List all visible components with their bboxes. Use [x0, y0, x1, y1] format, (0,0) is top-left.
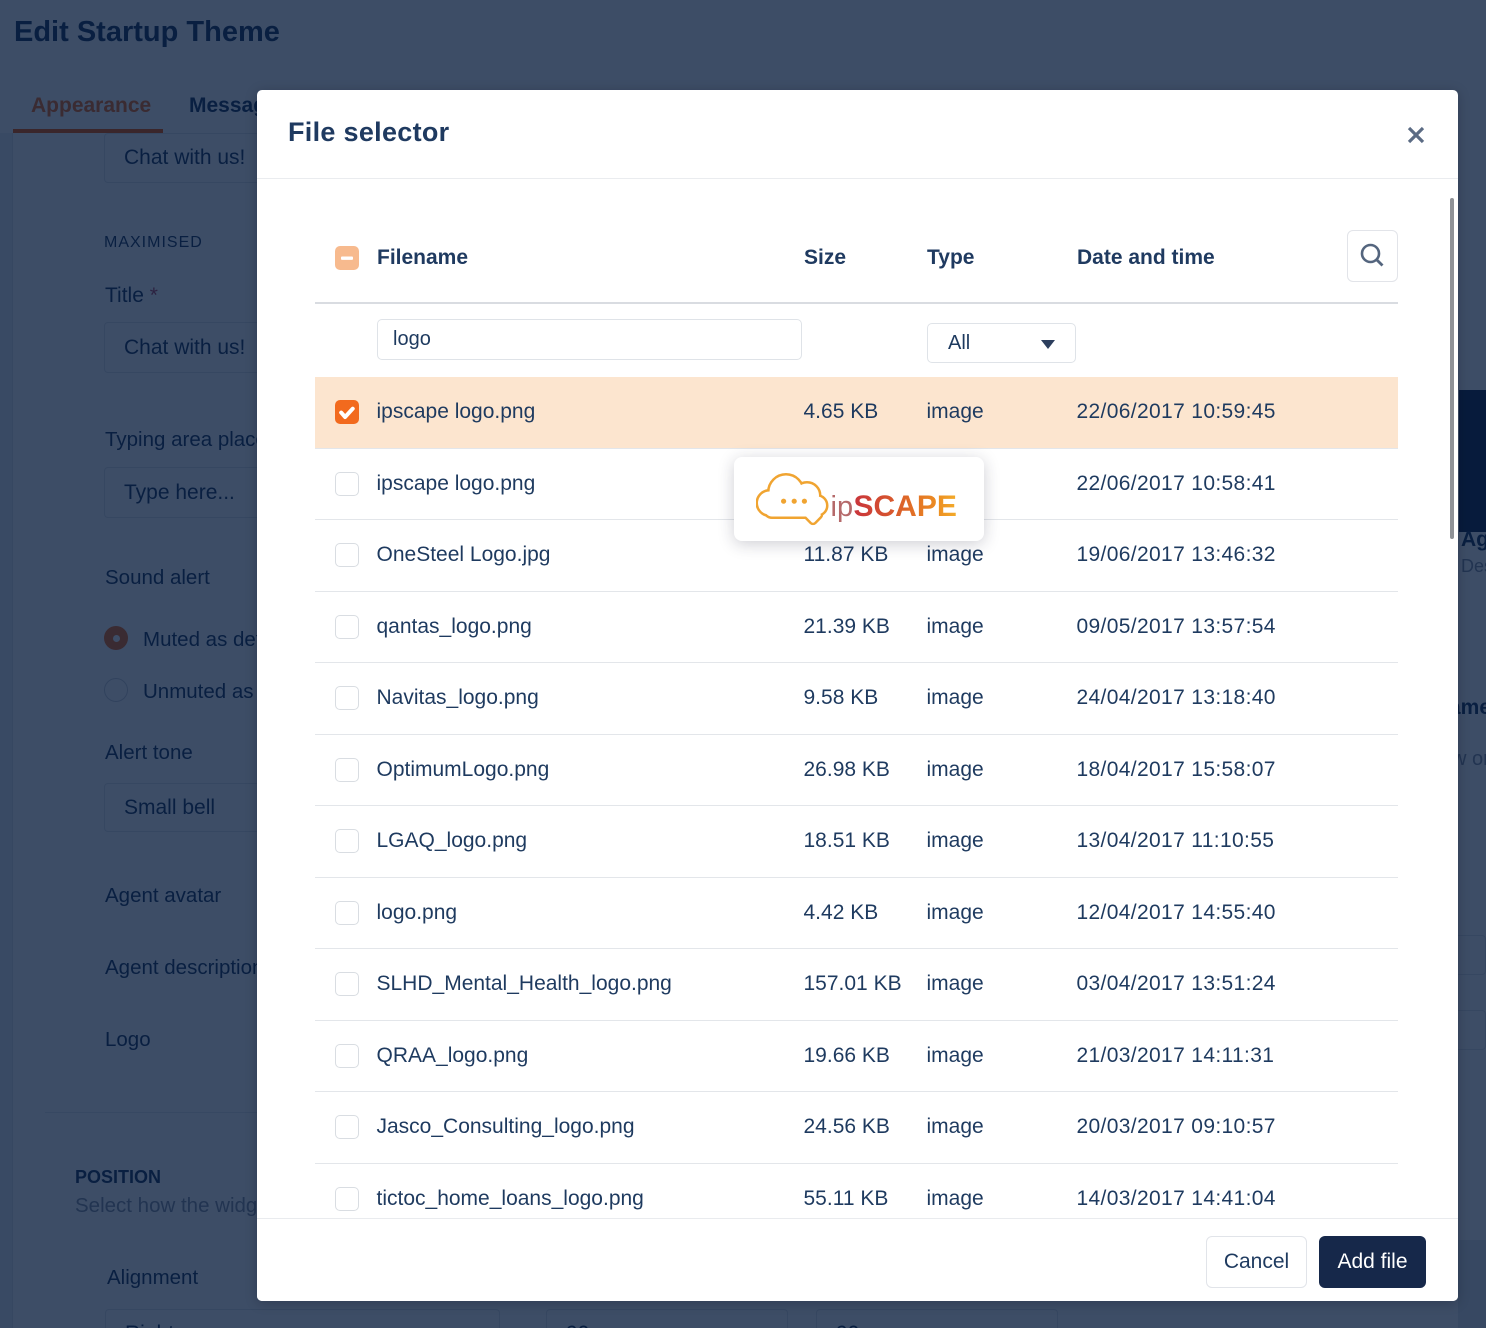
svg-text:SCAPE: SCAPE — [854, 490, 957, 523]
svg-text:ip: ip — [831, 491, 854, 523]
